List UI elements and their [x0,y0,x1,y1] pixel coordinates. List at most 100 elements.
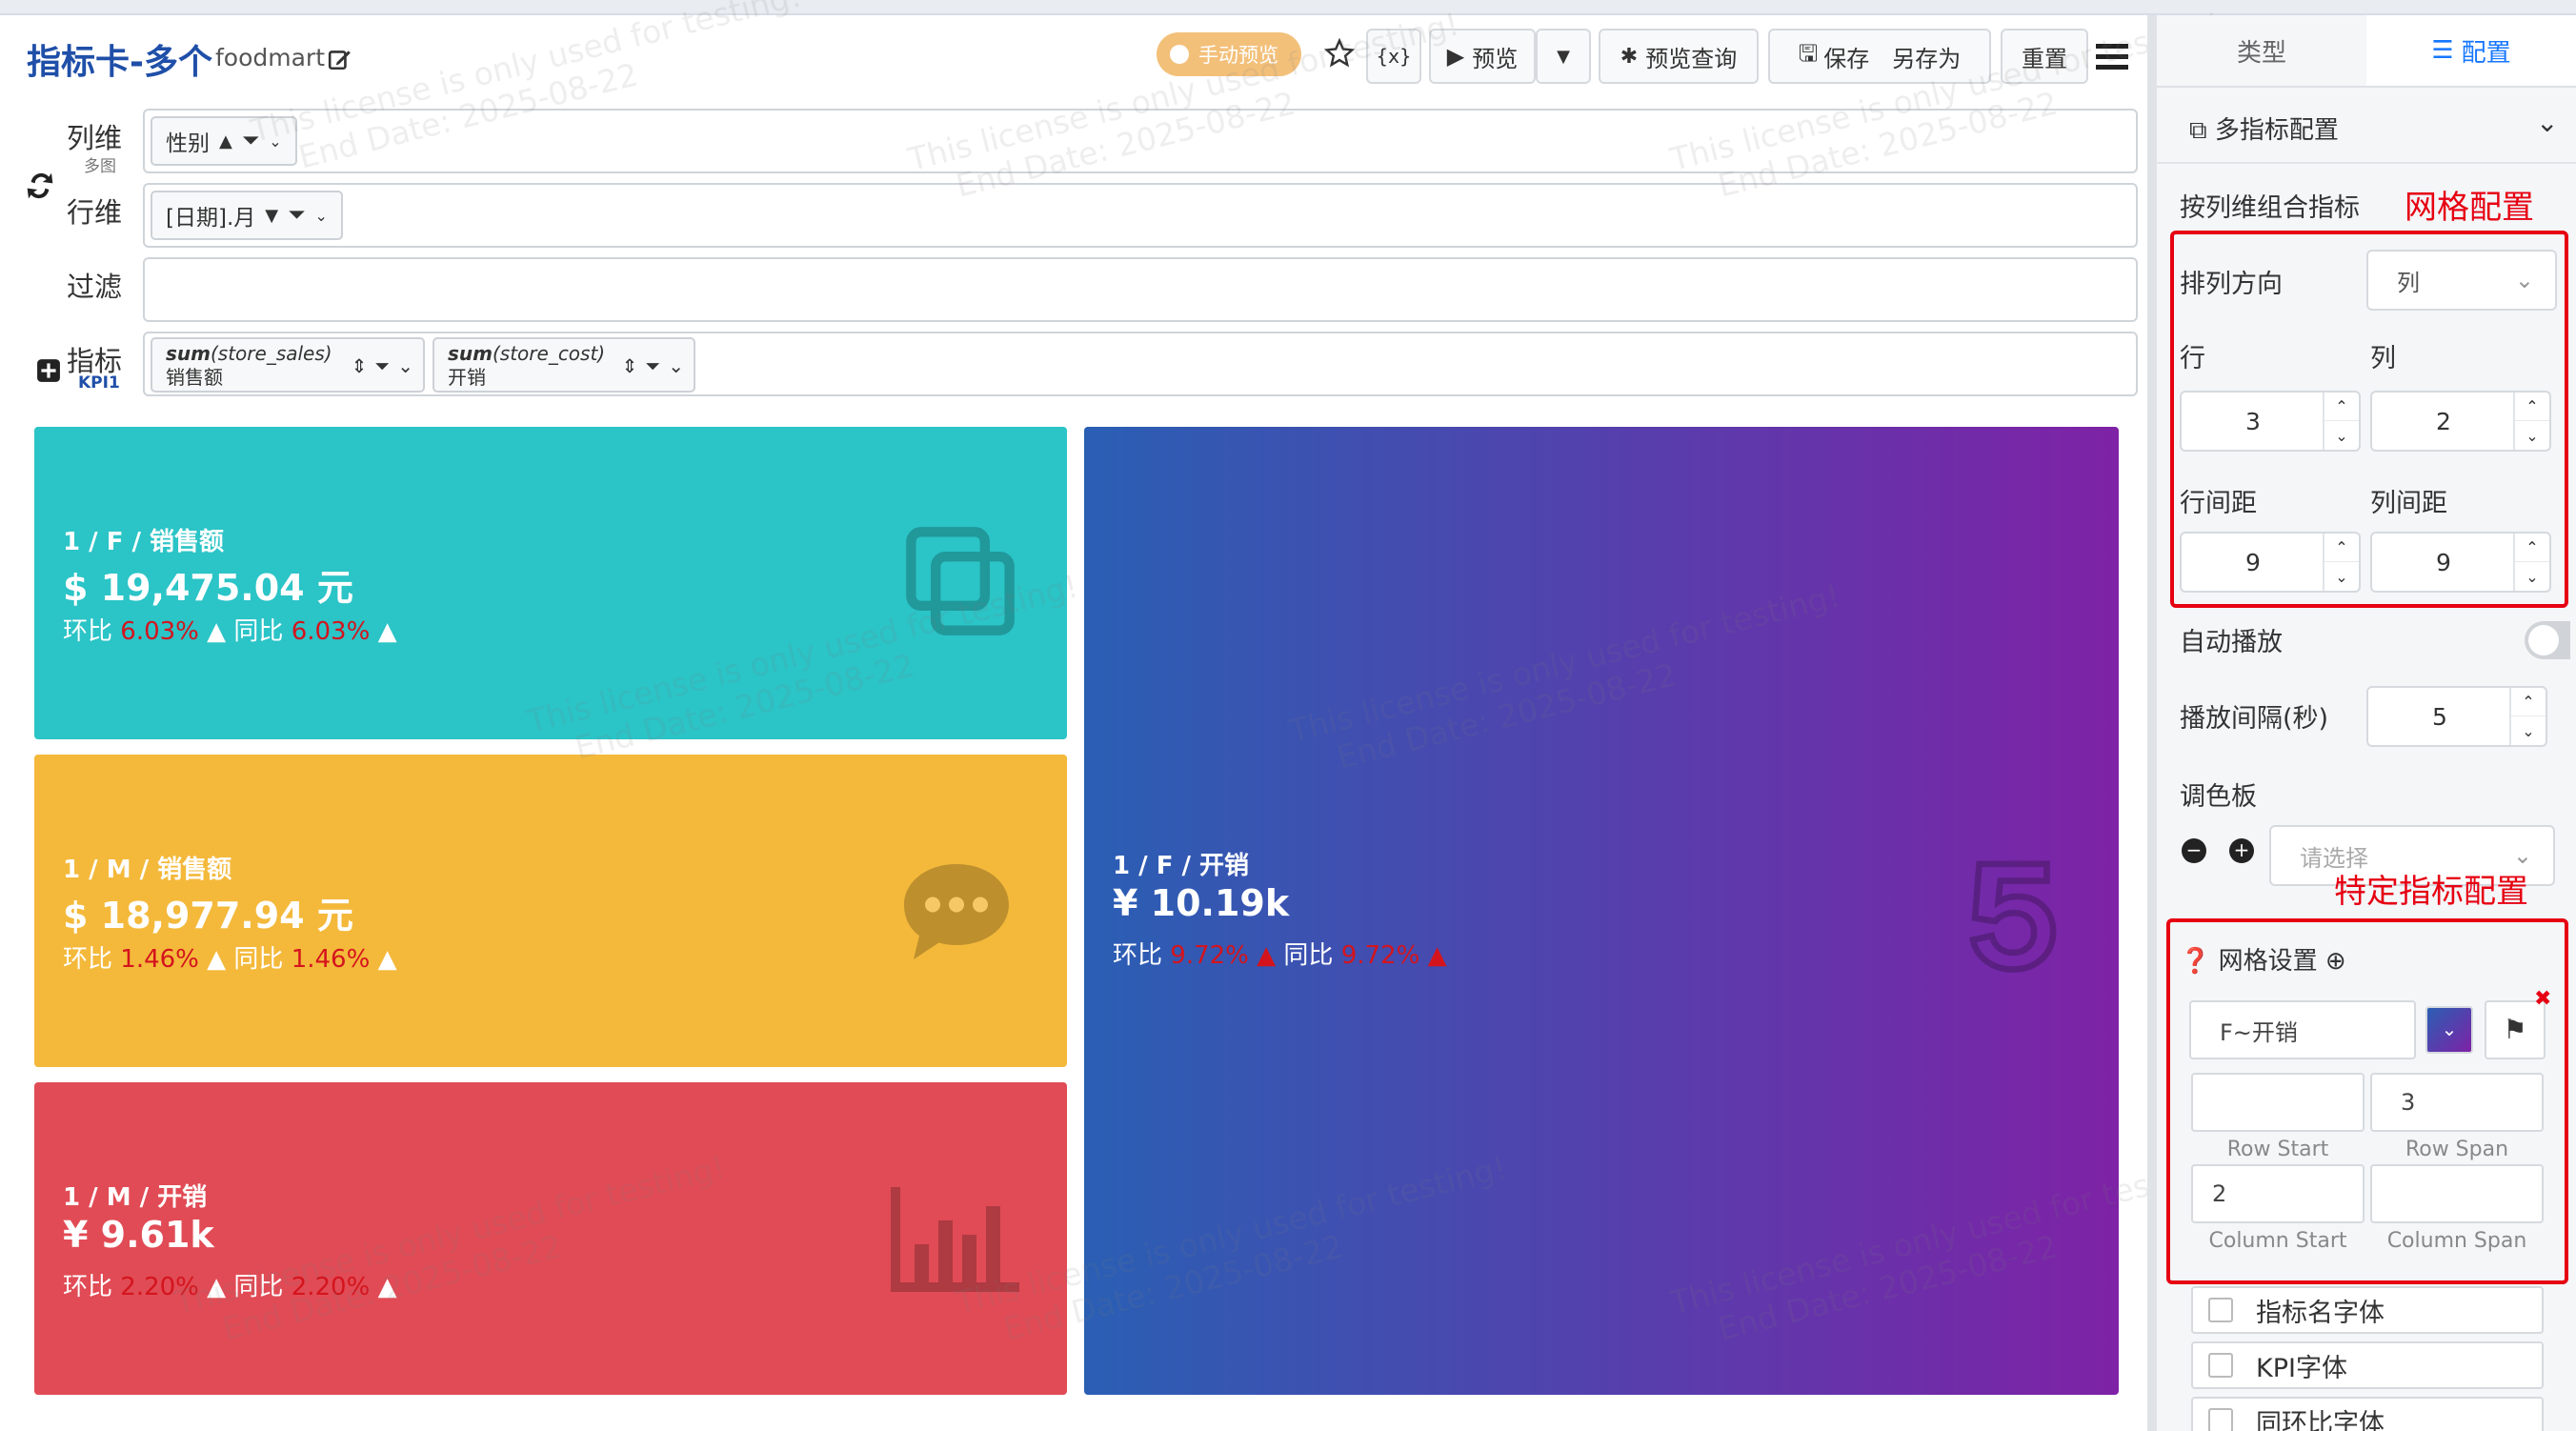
row-gap-input[interactable]: 9 ⌃ ⌄ [2180,532,2361,593]
play-icon: ▶ [1446,43,1465,70]
filter-icon[interactable]: ⏷ [374,354,390,377]
decrement-icon[interactable]: ⌄ [2511,716,2546,745]
tab-config[interactable]: ☰ 配置 [2366,15,2576,86]
swap-axes-icon[interactable] [25,168,55,204]
row-span-input[interactable]: 3 [2370,1073,2544,1132]
sort-desc-icon[interactable]: ▼ [265,206,278,226]
copy-icon: ⧉ [2189,116,2207,145]
add-metric-icon[interactable] [36,358,61,383]
tab-type[interactable]: 类型 [2157,15,2366,86]
decrement-icon[interactable]: ⌄ [2515,421,2549,450]
kpi-card-f-sales[interactable]: 1 / F / 销售额 $ 19,475.04 元 环比 6.03% ▲ 同比 … [34,427,1067,739]
save-button[interactable]: 🖫 保存 [1799,37,1884,76]
filter-icon[interactable]: ⏷ [645,354,660,377]
hamburger-menu-icon[interactable] [2096,42,2128,71]
kpi-title: 1 / F / 开销 [1113,852,1250,880]
kpi-comparison: 环比 9.72% ▲ 同比 9.72% ▲ [1113,941,1447,970]
panel-divider[interactable] [2147,15,2157,1431]
row-count-input[interactable]: 3 ⌃ ⌄ [2180,391,2361,452]
checkbox[interactable] [2208,1353,2233,1378]
metrics-sublabel: KPI1 [78,373,120,393]
variables-button[interactable]: {x} [1366,29,1421,84]
toggle-knob [1170,45,1189,64]
chip-label: [日期].月 [166,206,256,231]
autoplay-toggle[interactable] [2525,621,2570,659]
direction-select[interactable]: 列 ⌄ [2366,250,2557,311]
sort-asc-icon[interactable]: ▲ [219,131,232,151]
sort-icon[interactable]: ⇕ [351,354,367,377]
help-icon[interactable]: ❓ [2180,947,2210,976]
col-count-input[interactable]: 2 ⌃ ⌄ [2370,391,2551,452]
preview-button[interactable]: ▶ 预览 [1429,29,1536,84]
interval-input[interactable]: 5 ⌃ ⌄ [2366,686,2547,747]
kpi-value: ¥ 9.61k [63,1214,214,1256]
dimension-chip-gender[interactable]: 性别 ▲ ⏷ ⌄ [151,116,297,166]
preview-dropdown-button[interactable]: ▼ [1536,29,1591,84]
chevron-down-icon[interactable]: ⌄ [269,132,281,151]
font-option-metric-name[interactable]: 指标名字体 [2191,1286,2544,1334]
decrement-icon[interactable]: ⌄ [2324,421,2359,450]
increment-icon[interactable]: ⌃ [2511,688,2546,716]
filter-icon[interactable]: ⏷ [288,203,305,228]
kpi-card-m-sales[interactable]: 1 / M / 销售额 $ 18,977.94 元 环比 1.46% ▲ 同比 … [34,755,1067,1067]
kpi-card-f-cost[interactable]: 1 / F / 开销 ¥ 10.19k 环比 9.72% ▲ 同比 9.72% … [1084,427,2119,1395]
filter-icon[interactable]: ⏷ [242,129,259,153]
grid-item-name[interactable]: F~开销 [2189,1000,2416,1059]
manual-preview-toggle[interactable]: 手动预览 [1157,32,1301,76]
add-color-icon[interactable]: + [2229,838,2254,863]
columns-sublabel: 多图 [84,157,116,176]
font-option-comparison[interactable]: 同环比字体 [2191,1397,2544,1431]
app-root: 指标卡-多个 foodmart 手动预览 {x} ▶ 预览 ▼ ✱ 预览查询 🖫 保存… [0,0,2576,1431]
chevron-down-icon[interactable]: ⌄ [397,354,413,377]
kpi-title: 1 / M / 开销 [63,1183,208,1212]
preview-label: 预览 [1472,45,1519,72]
font-option-kpi[interactable]: KPI字体 [2191,1341,2544,1389]
checkbox[interactable] [2208,1298,2233,1322]
checkbox[interactable] [2208,1408,2233,1431]
up-arrow-icon: ▲ [207,1273,227,1301]
chevron-down-icon[interactable]: ⌄ [2536,107,2558,138]
columns-dropzone[interactable]: 性别 ▲ ⏷ ⌄ [143,109,2138,173]
decrement-icon[interactable]: ⌄ [2324,562,2359,591]
kpi-card-m-cost[interactable]: 1 / M / 开销 ¥ 9.61k 环比 2.20% ▲ 同比 2.20% ▲ [34,1082,1067,1395]
chevron-down-icon[interactable]: ⌄ [668,354,684,377]
remove-color-icon[interactable]: − [2182,838,2206,863]
decrement-icon[interactable]: ⌄ [2515,562,2549,591]
kpi-title: 1 / M / 销售额 [63,856,232,884]
edit-icon[interactable] [328,47,352,71]
sliders-icon: ☰ [2431,36,2454,65]
increment-icon[interactable]: ⌃ [2324,393,2359,421]
column-start-caption: Column Start [2208,1229,2347,1253]
column-span-input[interactable] [2370,1164,2544,1223]
rows-dropzone[interactable]: [日期].月 ▼ ⏷ ⌄ [143,183,2138,248]
color-picker-swatch[interactable]: ⌄ [2425,1006,2473,1054]
filter-dropzone[interactable] [143,257,2138,322]
metrics-dropzone[interactable]: sum(store_sales) 销售额 ⇕ ⏷ ⌄ sum(store_cost)… [143,332,2138,396]
preview-query-button[interactable]: ✱ 预览查询 [1599,29,1759,84]
delete-icon[interactable]: ✖ [2534,987,2551,1011]
col-gap-input[interactable]: 9 ⌃ ⌄ [2370,532,2551,593]
section-header-multi-metric[interactable]: ⧉ 多指标配置 [2189,111,2339,146]
star-icon[interactable] [1324,38,1355,69]
chevron-down-icon[interactable]: ⌄ [315,207,328,225]
metric-chip-store-cost[interactable]: sum(store_cost) 开销 ⇕ ⏷ ⌄ [433,337,695,393]
palette-label: 调色板 [2180,782,2257,812]
metric-chip-store-sales[interactable]: sum(store_sales) 销售额 ⇕ ⏷ ⌄ [151,337,425,393]
reset-button[interactable]: 重置 [2001,29,2088,84]
column-start-input[interactable]: 2 [2191,1164,2365,1223]
dimension-chip-month[interactable]: [日期].月 ▼ ⏷ ⌄ [151,191,343,240]
row-start-input[interactable] [2191,1073,2365,1132]
kpi-comparison: 环比 1.46% ▲ 同比 1.46% ▲ [63,945,397,974]
sort-icon[interactable]: ⇕ [621,354,637,377]
increment-icon[interactable]: ⌃ [2324,534,2359,562]
kpi-comparison: 环比 2.20% ▲ 同比 2.20% ▲ [63,1273,397,1301]
increment-icon[interactable]: ⌃ [2515,534,2549,562]
save-as-button[interactable]: 另存为 [1892,40,1961,73]
filter-label: 过滤 [67,271,123,303]
main-area: 指标卡-多个 foodmart 手动预览 {x} ▶ 预览 ▼ ✱ 预览查询 🖫 保存… [0,0,2224,1431]
chat-bubble-icon [904,864,1009,959]
add-circle-icon[interactable]: ⊕ [2325,947,2346,976]
page-title: 指标卡-多个 [27,43,212,82]
increment-icon[interactable]: ⌃ [2515,393,2549,421]
section-divider [2157,162,2576,164]
